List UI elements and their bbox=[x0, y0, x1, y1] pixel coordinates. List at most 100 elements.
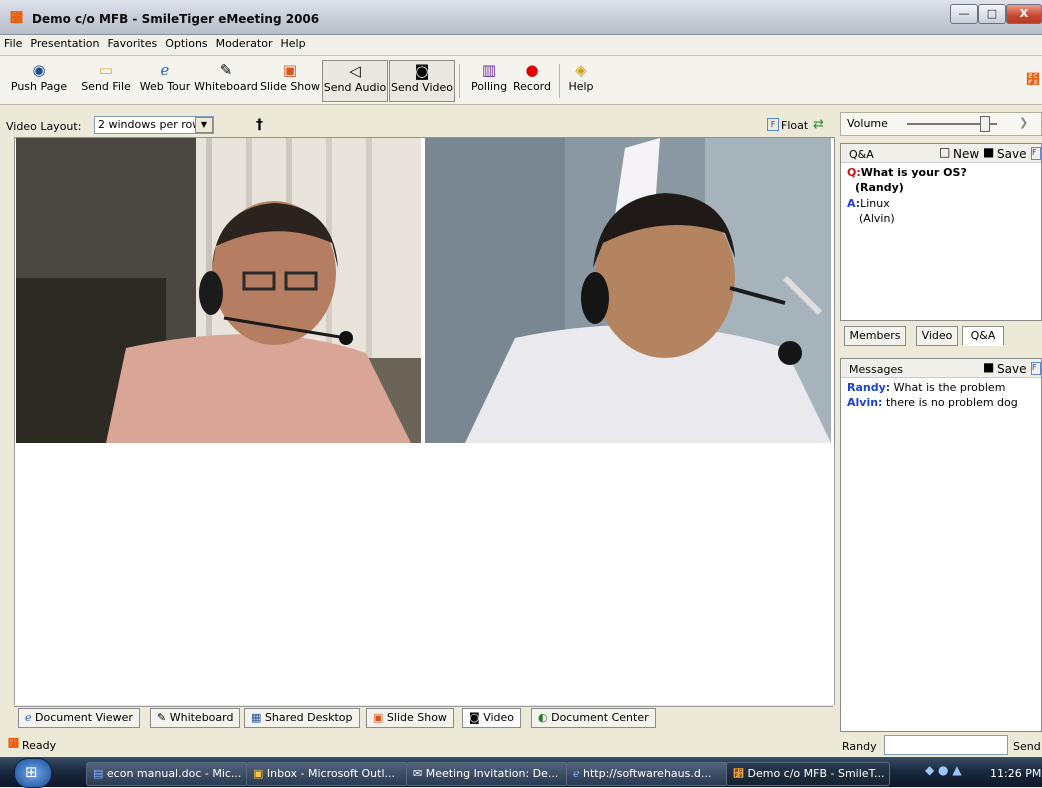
menu-presentation[interactable]: Presentation bbox=[26, 35, 103, 50]
slide-show-button[interactable]: ▣ Slide Show bbox=[258, 60, 322, 100]
tab-whiteboard[interactable]: ✎ Whiteboard bbox=[150, 708, 241, 728]
record-icon: ● bbox=[525, 61, 539, 79]
whiteboard-button[interactable]: ✎ Whiteboard bbox=[194, 60, 258, 100]
taskbar-item-smiletiger[interactable]: ⳸ Demo c/o MFB - SmileT... bbox=[726, 762, 890, 786]
video-empty-area bbox=[14, 445, 835, 705]
chevron-down-icon[interactable]: ▼ bbox=[195, 117, 213, 133]
document-center-icon: ◐ bbox=[538, 711, 548, 724]
pin-icon[interactable]: † bbox=[256, 117, 263, 133]
mail-icon: ✉ bbox=[413, 767, 423, 780]
tab-label: Document Viewer bbox=[35, 711, 133, 724]
menu-options[interactable]: Options bbox=[161, 35, 211, 50]
send-video-button[interactable]: ◙ Send Video bbox=[389, 60, 455, 102]
tray-icons[interactable]: ◆ ● ▲ bbox=[925, 763, 962, 777]
float-box-icon: F bbox=[767, 118, 779, 131]
save-disk-icon: ■ bbox=[983, 360, 995, 374]
tab-members[interactable]: Members bbox=[844, 326, 906, 346]
taskbar-item-browser[interactable]: ℯ http://softwarehaus.d... bbox=[566, 762, 728, 786]
tab-qa[interactable]: Q&A bbox=[962, 326, 1004, 346]
qa-answer: A:Linux bbox=[847, 197, 890, 210]
clock: 11:26 PM bbox=[990, 767, 1042, 780]
taskbar-item-label: Meeting Invitation: De... bbox=[425, 767, 559, 780]
volume-slider-thumb[interactable] bbox=[980, 116, 990, 132]
taskbar-item-label: http://softwarehaus.d... bbox=[583, 767, 712, 780]
title-bar: ⳸ Demo c/o MFB - SmileTiger eMeeting 200… bbox=[0, 0, 1042, 35]
web-tour-button[interactable]: ℯ Web Tour bbox=[136, 60, 194, 100]
video-feed-alvin[interactable] bbox=[425, 138, 831, 443]
taskbar-item-outlook[interactable]: ▣ Inbox - Microsoft Outl... bbox=[246, 762, 408, 786]
menu-moderator[interactable]: Moderator bbox=[212, 35, 277, 50]
tab-video[interactable]: ◙ Video bbox=[462, 708, 522, 728]
tab-video-panel[interactable]: Video bbox=[916, 326, 958, 346]
save-disk-icon: ■ bbox=[983, 145, 995, 159]
taskbar-item-label: econ manual.doc - Mic... bbox=[106, 767, 242, 780]
messages-save-button[interactable]: Save bbox=[997, 362, 1026, 376]
video-feed-randy[interactable] bbox=[16, 138, 421, 443]
qa-asker: (Randy) bbox=[855, 181, 904, 194]
status-text: Ready bbox=[22, 739, 57, 752]
taskbar-item-label: Demo c/o MFB - SmileT... bbox=[747, 767, 885, 780]
smiletiger-logo-icon: ⳸ bbox=[10, 11, 23, 26]
smiletiger-status-icon: ⳸ bbox=[8, 737, 19, 750]
message-text: What is the problem bbox=[893, 381, 1006, 394]
menu-favorites[interactable]: Favorites bbox=[104, 35, 162, 50]
ie-icon: ℯ bbox=[573, 767, 580, 780]
push-page-button[interactable]: ◉ Push Page bbox=[4, 60, 74, 100]
speaker-icon: ◁ bbox=[349, 62, 361, 80]
whiteboard-icon: ✎ bbox=[219, 61, 233, 79]
record-button[interactable]: ● Record bbox=[511, 60, 553, 100]
start-button[interactable]: ⊞ bbox=[14, 758, 52, 788]
whiteboard-label: Whiteboard bbox=[194, 80, 258, 93]
maximize-button[interactable]: □ bbox=[978, 4, 1006, 24]
tab-slide-show[interactable]: ▣ Slide Show bbox=[366, 708, 454, 728]
tab-label: Whiteboard bbox=[169, 711, 234, 724]
help-button[interactable]: ◈ Help bbox=[564, 60, 598, 100]
menu-help[interactable]: Help bbox=[276, 35, 309, 50]
smiletiger-brand-icon: ⳸ bbox=[1026, 72, 1040, 88]
tab-label: Shared Desktop bbox=[264, 711, 353, 724]
qa-save-button[interactable]: Save bbox=[997, 147, 1026, 161]
record-label: Record bbox=[512, 80, 551, 93]
qa-header: Q&A □ New ■ Save F bbox=[841, 144, 1041, 163]
qa-new-button[interactable]: New bbox=[953, 147, 979, 161]
video-layout-select[interactable]: 2 windows per row ▼ bbox=[94, 116, 214, 134]
send-file-button[interactable]: ▭ Send File bbox=[78, 60, 134, 100]
chat-user-label: Randy bbox=[842, 740, 877, 753]
chevron-right-icon[interactable]: ❯ bbox=[1019, 116, 1028, 129]
help-book-icon: ◈ bbox=[575, 61, 587, 79]
polling-button[interactable]: ▥ Polling bbox=[466, 60, 512, 100]
slideshow-icon: ▣ bbox=[282, 61, 298, 79]
volume-control: Volume ❯ bbox=[840, 112, 1042, 136]
chat-input[interactable] bbox=[884, 735, 1008, 755]
ie-icon: ℯ bbox=[160, 61, 170, 79]
messages-panel: Messages ■ Save F Randy: What is the pro… bbox=[840, 358, 1042, 732]
send-button[interactable]: Send bbox=[1013, 740, 1041, 753]
push-page-label: Push Page bbox=[10, 80, 68, 93]
send-audio-button[interactable]: ◁ Send Audio bbox=[322, 60, 388, 102]
qa-answer-prefix: A: bbox=[847, 197, 861, 210]
qa-question-prefix: Q: bbox=[847, 166, 861, 179]
send-video-label: Send Video bbox=[390, 81, 454, 94]
menu-file[interactable]: File bbox=[0, 35, 26, 50]
shared-desktop-icon: ▦ bbox=[251, 711, 262, 724]
tab-label: Slide Show bbox=[386, 711, 447, 724]
float-button[interactable]: Float bbox=[781, 119, 808, 132]
float-arrow-icon[interactable]: ⇄ bbox=[813, 117, 824, 132]
send-file-label: Send File bbox=[81, 80, 131, 93]
menu-bar: File Presentation Favorites Options Moderato… bbox=[0, 35, 1042, 56]
tab-label: Document Center bbox=[551, 711, 649, 724]
tab-document-viewer[interactable]: ℯ Document Viewer bbox=[18, 708, 140, 728]
taskbar-item-meeting[interactable]: ✉ Meeting Invitation: De... bbox=[406, 762, 568, 786]
tab-document-center[interactable]: ◐ Document Center bbox=[531, 708, 656, 728]
close-button[interactable]: X bbox=[1006, 4, 1042, 24]
taskbar-item-word[interactable]: ▤ econ manual.doc - Mic... bbox=[86, 762, 248, 786]
word-icon: ▤ bbox=[93, 767, 104, 780]
qa-panel: Q&A □ New ■ Save F Q:What is your OS? (R… bbox=[840, 143, 1042, 321]
float-box-icon: F bbox=[1031, 147, 1041, 160]
polling-label: Polling bbox=[470, 80, 508, 93]
messages-header: Messages ■ Save F bbox=[841, 359, 1041, 378]
message-sender: Randy: bbox=[847, 381, 891, 394]
tab-label: Video bbox=[483, 711, 515, 724]
minimize-button[interactable]: — bbox=[950, 4, 978, 24]
tab-shared-desktop[interactable]: ▦ Shared Desktop bbox=[244, 708, 360, 728]
